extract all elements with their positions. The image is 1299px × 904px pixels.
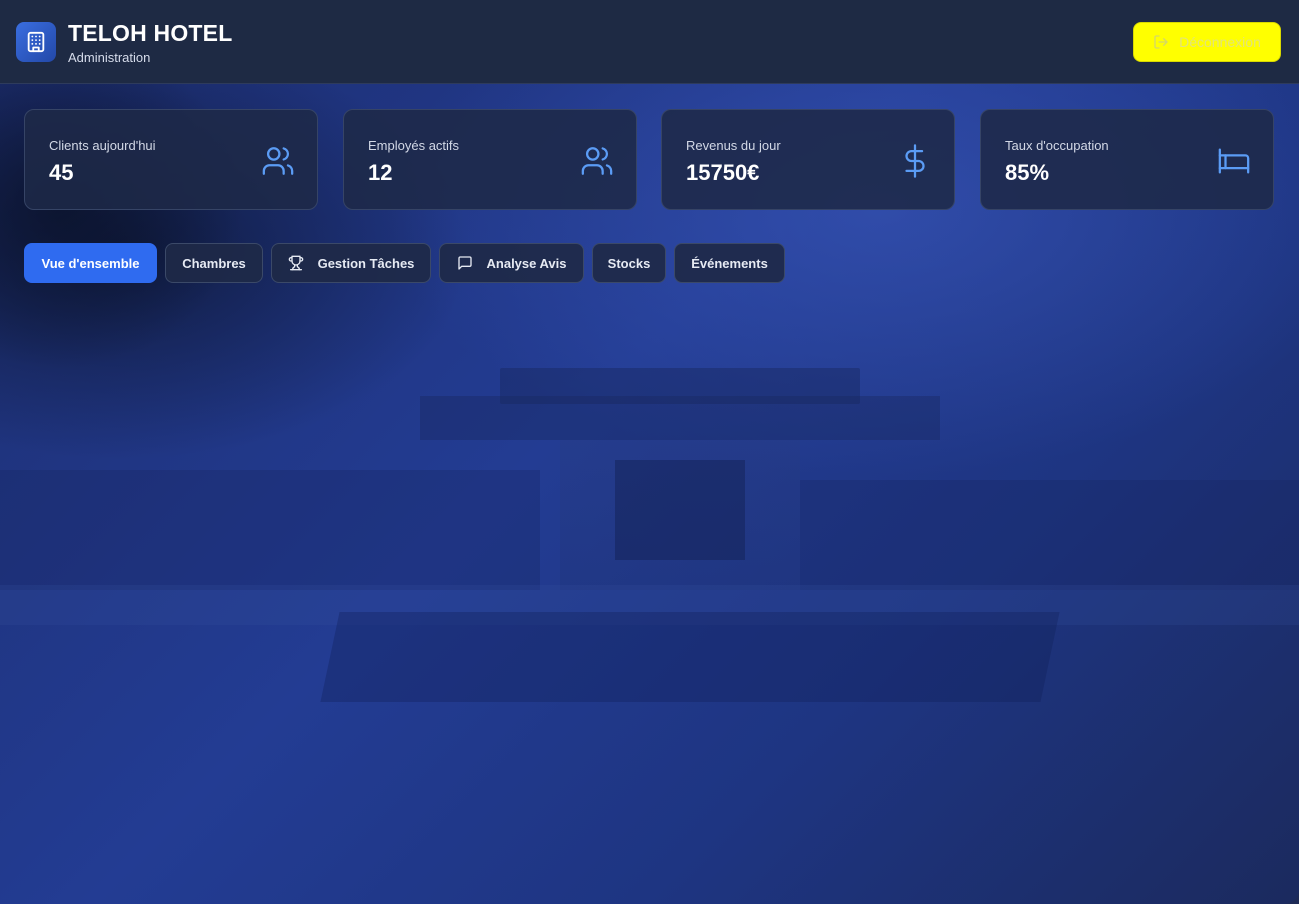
stat-card-revenue: Revenus du jour 15750€ bbox=[661, 109, 955, 210]
app-window: TELOH HOTEL Administration Déconnexion C… bbox=[0, 0, 1299, 904]
app-subtitle: Administration bbox=[68, 50, 151, 65]
logout-button[interactable]: Déconnexion bbox=[1133, 22, 1281, 62]
bed-icon bbox=[1217, 144, 1251, 178]
stat-card-clients: Clients aujourd'hui 45 bbox=[24, 109, 318, 210]
tab-label: Analyse Avis bbox=[486, 255, 567, 271]
message-icon bbox=[457, 255, 473, 271]
tab-review-analysis[interactable]: Analyse Avis bbox=[439, 243, 584, 283]
stat-label: Revenus du jour bbox=[686, 138, 781, 153]
stat-value: 45 bbox=[49, 160, 74, 185]
stat-label: Taux d'occupation bbox=[1005, 138, 1109, 153]
users-icon bbox=[580, 144, 614, 178]
tab-label: Chambres bbox=[182, 255, 246, 271]
stat-value: 15750€ bbox=[686, 160, 760, 185]
tab-label: Vue d'ensemble bbox=[41, 255, 140, 271]
top-header: TELOH HOTEL Administration Déconnexion bbox=[0, 0, 1299, 84]
stat-label: Clients aujourd'hui bbox=[49, 138, 156, 153]
stat-card-occupancy: Taux d'occupation 85% bbox=[980, 109, 1274, 210]
tab-label: Stocks bbox=[607, 255, 651, 271]
stat-card-employees: Employés actifs 12 bbox=[343, 109, 637, 210]
tab-overview[interactable]: Vue d'ensemble bbox=[24, 243, 157, 283]
stat-value: 12 bbox=[368, 160, 393, 185]
logout-label: Déconnexion bbox=[1179, 34, 1261, 50]
tab-events[interactable]: Événements bbox=[674, 243, 785, 283]
stat-label: Employés actifs bbox=[368, 138, 460, 153]
tab-task-management[interactable]: Gestion Tâches bbox=[271, 243, 431, 283]
tab-label: Événements bbox=[691, 255, 768, 271]
tab-label: Gestion Tâches bbox=[317, 255, 415, 271]
building-icon bbox=[16, 22, 56, 62]
tab-rooms[interactable]: Chambres bbox=[165, 243, 263, 283]
app-title: TELOH HOTEL bbox=[68, 20, 233, 46]
logout-icon bbox=[1153, 34, 1169, 50]
stat-value: 85% bbox=[1005, 160, 1050, 185]
dollar-icon bbox=[898, 144, 932, 178]
trophy-icon bbox=[288, 255, 304, 271]
tab-stocks[interactable]: Stocks bbox=[592, 243, 666, 283]
users-icon bbox=[261, 144, 295, 178]
